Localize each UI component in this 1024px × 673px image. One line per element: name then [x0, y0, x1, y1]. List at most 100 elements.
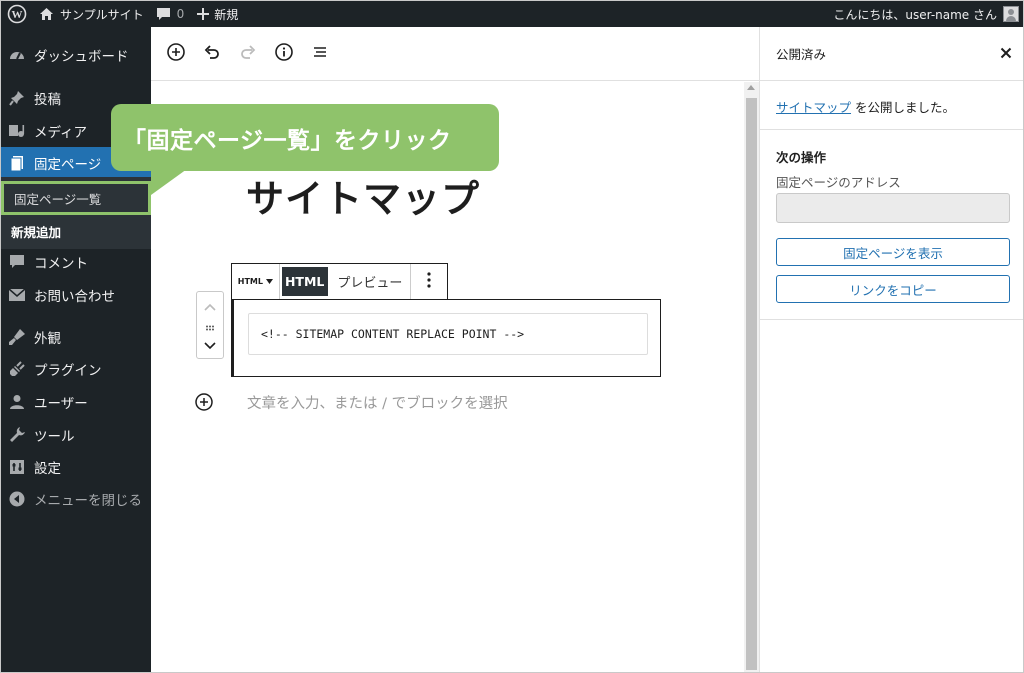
submenu-add-new[interactable]: 新規追加 [1, 217, 151, 245]
info-icon [274, 42, 294, 66]
block-toolbar: HTML HTML プレビュー [231, 263, 448, 299]
move-up-button[interactable] [204, 296, 216, 315]
my-account[interactable]: こんにちは、user-name さん [833, 1, 1023, 27]
comments-link[interactable]: 0 [150, 1, 191, 27]
comment-count: 0 [176, 7, 185, 21]
redo-button[interactable] [237, 43, 259, 65]
home-icon [39, 7, 54, 21]
sidebar-item-settings[interactable]: 設定 [1, 451, 151, 483]
sidebar-item-label: ユーザー [34, 396, 88, 412]
publish-message: サイトマップ を公開しました。 [776, 97, 955, 116]
submenu-all-pages[interactable]: 固定ページ一覧 [1, 181, 151, 215]
sidebar-item-label: メニューを閉じる [34, 493, 142, 509]
plugin-icon [7, 359, 27, 379]
sidebar-item-label: 外観 [34, 331, 61, 347]
redo-icon [238, 42, 258, 66]
plus-circle-icon [166, 42, 186, 66]
sidebar-item-appearance[interactable]: 外観 [1, 321, 151, 353]
wrench-icon [7, 425, 27, 445]
sidebar-item-comments[interactable]: コメント [1, 246, 151, 278]
greeting: こんにちは、user-name さん [833, 7, 997, 22]
sidebar-item-contact[interactable]: お問い合わせ [1, 279, 151, 311]
plus-icon [196, 7, 210, 21]
more-options-button[interactable] [411, 264, 447, 299]
divider [760, 129, 1023, 130]
app-frame: W サンプルサイト 0 新規 こんにちは、user-name さん ダッシュボー… [0, 0, 1024, 673]
mail-icon [7, 285, 27, 305]
block-mover [196, 291, 224, 359]
divider [760, 319, 1023, 320]
page-address-field[interactable] [776, 193, 1010, 223]
post-publish-panel: 公開済み サイトマップ を公開しました。 次の操作 固定ページのアドレス 固定ペ… [759, 27, 1023, 672]
tab-preview[interactable]: プレビュー [330, 264, 412, 299]
tab-html[interactable]: HTML [281, 267, 328, 296]
publish-message-suffix: を公開しました。 [851, 100, 955, 115]
submenu-label: 新規追加 [11, 224, 62, 240]
site-name: サンプルサイト [60, 7, 144, 22]
vertical-ellipsis-icon [427, 271, 431, 293]
sidebar-item-label: プラグイン [34, 363, 102, 379]
close-panel-button[interactable] [997, 44, 1015, 62]
comment-icon [7, 252, 27, 272]
drag-handle-icon[interactable] [205, 316, 215, 335]
block-placeholder[interactable]: 文章を入力、または / でブロックを選択 [247, 392, 508, 413]
avatar [1003, 6, 1019, 22]
panel-header: 公開済み [760, 27, 1023, 81]
inline-add-block-button[interactable] [193, 393, 215, 415]
new-content-link[interactable]: 新規 [190, 1, 244, 27]
pages-icon [7, 153, 27, 173]
pin-icon [7, 88, 27, 108]
html-code-input[interactable]: <!-- SITEMAP CONTENT REPLACE POINT --> [248, 313, 648, 355]
svg-text:W: W [12, 9, 23, 21]
undo-icon [202, 42, 222, 66]
sidebar-item-label: 設定 [34, 461, 61, 477]
sidebar-item-tools[interactable]: ツール [1, 419, 151, 451]
scrollbar-thumb[interactable] [746, 98, 757, 670]
sidebar-item-collapse[interactable]: メニューを閉じる [1, 483, 151, 515]
details-button[interactable] [273, 42, 295, 66]
sidebar-item-plugins[interactable]: プラグイン [1, 353, 151, 385]
appearance-icon [7, 327, 27, 347]
sidebar-item-label: コメント [34, 256, 88, 272]
callout-tail [151, 169, 187, 195]
editor-toolbar [151, 27, 759, 81]
add-block-button[interactable] [165, 42, 187, 66]
move-down-button[interactable] [204, 335, 216, 354]
sidebar-item-users[interactable]: ユーザー [1, 386, 151, 418]
submenu-label: 固定ページ一覧 [14, 191, 102, 207]
settings-icon [7, 457, 27, 477]
copy-link-button[interactable]: リンクをコピー [776, 275, 1010, 303]
site-name-link[interactable]: サンプルサイト [33, 1, 150, 27]
sidebar-item-label: ツール [34, 429, 75, 445]
sidebar-item-label: ダッシュボード [34, 49, 129, 65]
callout-text: 「固定ページ一覧」をクリック [123, 127, 452, 154]
new-label: 新規 [214, 7, 239, 22]
sidebar-item-label: お問い合わせ [34, 289, 115, 305]
sidebar-item-label: メディア [34, 125, 88, 141]
block-type-label: HTML [237, 277, 263, 286]
view-page-button[interactable]: 固定ページを表示 [776, 238, 1010, 266]
admin-bar: W サンプルサイト 0 新規 こんにちは、user-name さん [1, 1, 1023, 27]
block-type-switcher[interactable]: HTML [232, 264, 280, 299]
comment-bubble-icon [156, 7, 171, 21]
plus-circle-icon [194, 392, 214, 416]
published-page-link[interactable]: サイトマップ [776, 100, 851, 115]
undo-button[interactable] [201, 43, 223, 65]
custom-html-block: <!-- SITEMAP CONTENT REPLACE POINT --> [231, 299, 661, 377]
collapse-icon [7, 489, 27, 509]
sidebar-item-dashboard[interactable]: ダッシュボード [1, 39, 151, 71]
page-address-label: 固定ページのアドレス [776, 175, 901, 190]
list-view-icon [310, 42, 330, 66]
user-icon [7, 392, 27, 412]
list-view-button[interactable] [309, 43, 331, 65]
scroll-up-arrow-icon[interactable] [747, 85, 755, 90]
pages-submenu: 固定ページ一覧 新規追加 [1, 177, 151, 249]
caret-down-icon [266, 277, 273, 286]
wordpress-logo-icon[interactable]: W [1, 1, 33, 27]
media-icon [7, 121, 27, 141]
page-title[interactable]: サイトマップ [246, 168, 480, 223]
close-icon [1000, 44, 1012, 63]
sidebar-item-label: 固定ページ [34, 157, 102, 173]
sidebar-item-label: 投稿 [34, 92, 61, 108]
next-steps-title: 次の操作 [776, 150, 827, 165]
